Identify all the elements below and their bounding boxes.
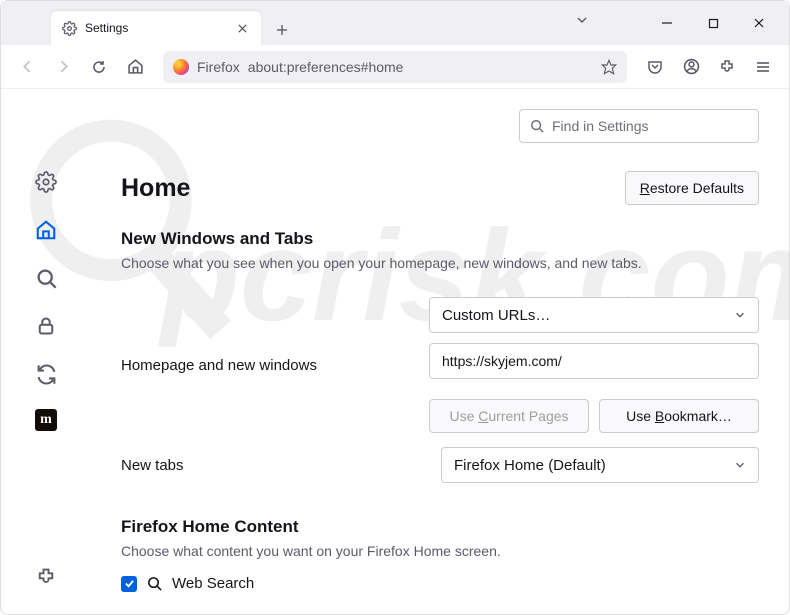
navigation-toolbar: Firefox about:preferences#home xyxy=(1,45,789,89)
homepage-select[interactable]: Custom URLs… xyxy=(429,297,759,333)
settings-content: m Find in Settings Home Restore Defaults… xyxy=(1,89,789,614)
sidebar-item-sync[interactable] xyxy=(33,361,59,387)
section-description: Choose what you see when you open your h… xyxy=(121,255,759,271)
newtabs-select[interactable]: Firefox Home (Default) xyxy=(441,447,759,483)
use-current-pages-button[interactable]: Use Current Pages xyxy=(429,399,589,433)
newtabs-label: New tabs xyxy=(121,457,441,474)
minimize-button[interactable] xyxy=(645,7,689,39)
use-bookmark-button[interactable]: Use Bookmark… xyxy=(599,399,759,433)
settings-main: Find in Settings Home Restore Defaults N… xyxy=(91,89,789,614)
sidebar-item-privacy[interactable] xyxy=(33,313,59,339)
close-tab-button[interactable] xyxy=(233,19,251,37)
search-icon xyxy=(147,576,162,591)
homepage-url-value[interactable] xyxy=(442,353,746,369)
reload-button[interactable] xyxy=(83,51,115,83)
home-button[interactable] xyxy=(119,51,151,83)
tab-label: Settings xyxy=(85,21,225,35)
restore-defaults-button[interactable]: Restore Defaults xyxy=(625,171,759,205)
search-icon xyxy=(530,119,544,133)
find-placeholder: Find in Settings xyxy=(552,118,649,134)
homepage-label: Homepage and new windows xyxy=(121,357,429,374)
homepage-select-value: Custom URLs… xyxy=(442,307,550,324)
sidebar-item-search[interactable] xyxy=(33,265,59,291)
settings-sidebar: m xyxy=(1,89,91,614)
account-button[interactable] xyxy=(675,51,707,83)
sidebar-item-more[interactable]: m xyxy=(35,409,57,431)
newtabs-select-value: Firefox Home (Default) xyxy=(454,457,606,474)
sidebar-item-general[interactable] xyxy=(33,169,59,195)
url-identity: Firefox xyxy=(197,59,240,75)
sidebar-item-home[interactable] xyxy=(33,217,59,243)
new-tab-button[interactable] xyxy=(267,15,297,45)
section-description: Choose what content you want on your Fir… xyxy=(121,543,759,559)
tab-settings[interactable]: Settings xyxy=(51,11,261,45)
page-title: Home xyxy=(121,174,190,203)
close-window-button[interactable] xyxy=(737,7,781,39)
window-controls xyxy=(645,7,781,39)
url-bar[interactable]: Firefox about:preferences#home xyxy=(163,51,627,83)
sidebar-item-extensions[interactable] xyxy=(33,564,59,590)
bookmark-star-icon[interactable] xyxy=(601,59,617,75)
homepage-url-input[interactable] xyxy=(429,343,759,379)
pocket-button[interactable] xyxy=(639,51,671,83)
forward-button[interactable] xyxy=(47,51,79,83)
websearch-checkbox[interactable] xyxy=(121,576,137,592)
app-menu-button[interactable] xyxy=(747,51,779,83)
find-in-settings-input[interactable]: Find in Settings xyxy=(519,109,759,143)
maximize-button[interactable] xyxy=(691,7,735,39)
tabs-dropdown-button[interactable] xyxy=(575,13,589,27)
chevron-down-icon xyxy=(734,309,746,321)
websearch-label: Web Search xyxy=(172,575,254,592)
url-text: about:preferences#home xyxy=(248,59,593,75)
gear-icon xyxy=(61,20,77,36)
chevron-down-icon xyxy=(734,459,746,471)
firefox-icon xyxy=(173,59,189,75)
extensions-button[interactable] xyxy=(711,51,743,83)
section-heading: New Windows and Tabs xyxy=(121,229,759,249)
back-button[interactable] xyxy=(11,51,43,83)
section-heading: Firefox Home Content xyxy=(121,517,759,537)
